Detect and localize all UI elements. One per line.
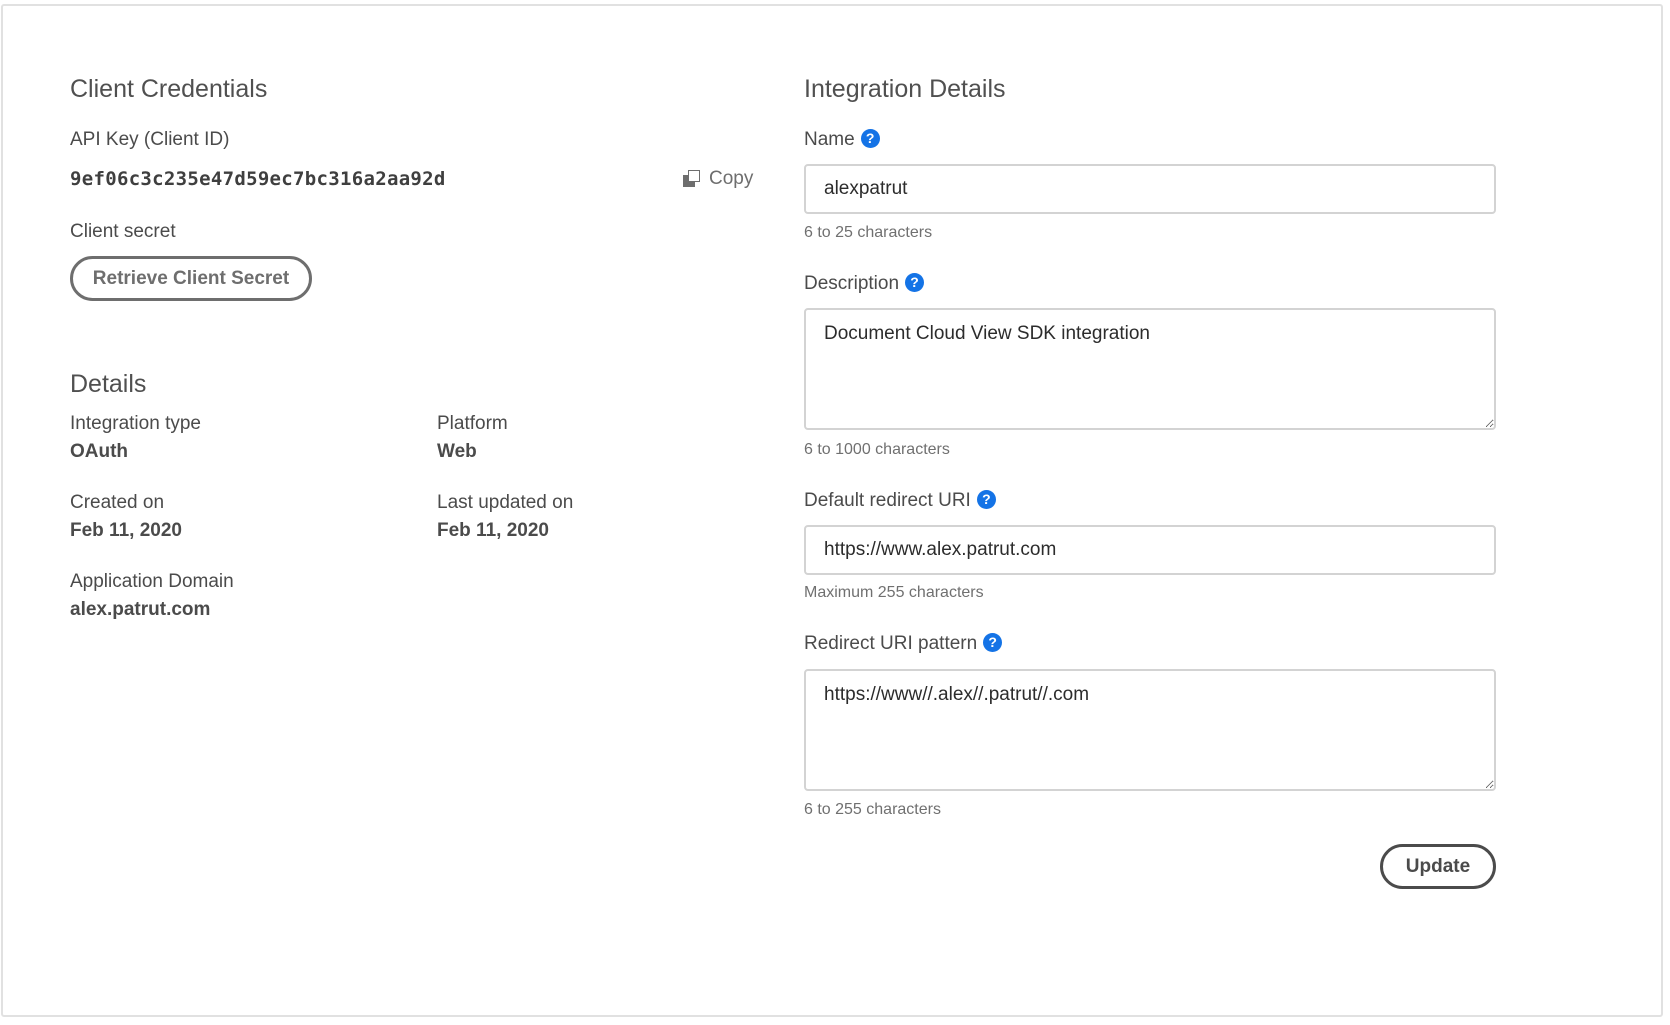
created-on-value: Feb 11, 2020 xyxy=(70,520,182,541)
default-redirect-uri-input[interactable] xyxy=(804,525,1496,575)
default-redirect-uri-field-label: Default redirect URI? xyxy=(804,490,996,512)
default-redirect-uri-label-text: Default redirect URI xyxy=(804,490,971,511)
integration-type-label: Integration type xyxy=(70,413,201,434)
name-label-text: Name xyxy=(804,129,855,150)
details-heading: Details xyxy=(70,370,147,398)
copy-button[interactable]: Copy xyxy=(683,168,753,190)
client-secret-label: Client secret xyxy=(70,221,176,242)
last-updated-label: Last updated on xyxy=(437,492,574,513)
name-hint: 6 to 25 characters xyxy=(804,224,933,241)
description-hint: 6 to 1000 characters xyxy=(804,441,950,458)
name-field-label: Name? xyxy=(804,129,880,151)
redirect-uri-pattern-textarea[interactable]: https://www//.alex//.patrut//.com xyxy=(804,669,1496,791)
application-domain-label: Application Domain xyxy=(70,571,234,592)
last-updated-value: Feb 11, 2020 xyxy=(437,520,549,541)
name-input[interactable] xyxy=(804,164,1496,214)
platform-label: Platform xyxy=(437,413,508,434)
copy-icon xyxy=(683,170,701,188)
update-button[interactable]: Update xyxy=(1380,844,1496,889)
created-on-label: Created on xyxy=(70,492,165,513)
integration-details-heading: Integration Details xyxy=(804,75,1006,103)
api-key-value: 9ef06c3c235e47d59ec7bc316a2aa92d xyxy=(70,168,446,190)
redirect-uri-pattern-hint: 6 to 255 characters xyxy=(804,801,941,818)
help-icon[interactable]: ? xyxy=(976,490,996,509)
integration-card: Client Credentials API Key (Client ID) 9… xyxy=(1,4,1663,1017)
api-key-label: API Key (Client ID) xyxy=(70,129,230,150)
integration-type-value: OAuth xyxy=(70,441,129,462)
redirect-uri-pattern-field-label: Redirect URI pattern? xyxy=(804,633,1003,655)
application-domain-value: alex.patrut.com xyxy=(70,599,211,620)
help-icon[interactable]: ? xyxy=(860,129,880,148)
description-textarea[interactable]: Document Cloud View SDK integration xyxy=(804,308,1496,430)
client-credentials-heading: Client Credentials xyxy=(70,75,268,103)
help-icon[interactable]: ? xyxy=(983,633,1003,652)
help-icon[interactable]: ? xyxy=(905,273,925,292)
description-field-label: Description? xyxy=(804,273,925,295)
description-label-text: Description xyxy=(804,273,900,294)
copy-label: Copy xyxy=(709,168,754,189)
default-redirect-uri-hint: Maximum 255 characters xyxy=(804,584,984,601)
retrieve-client-secret-button[interactable]: Retrieve Client Secret xyxy=(70,256,312,301)
redirect-uri-pattern-label-text: Redirect URI pattern xyxy=(804,633,978,654)
platform-value: Web xyxy=(437,441,477,462)
